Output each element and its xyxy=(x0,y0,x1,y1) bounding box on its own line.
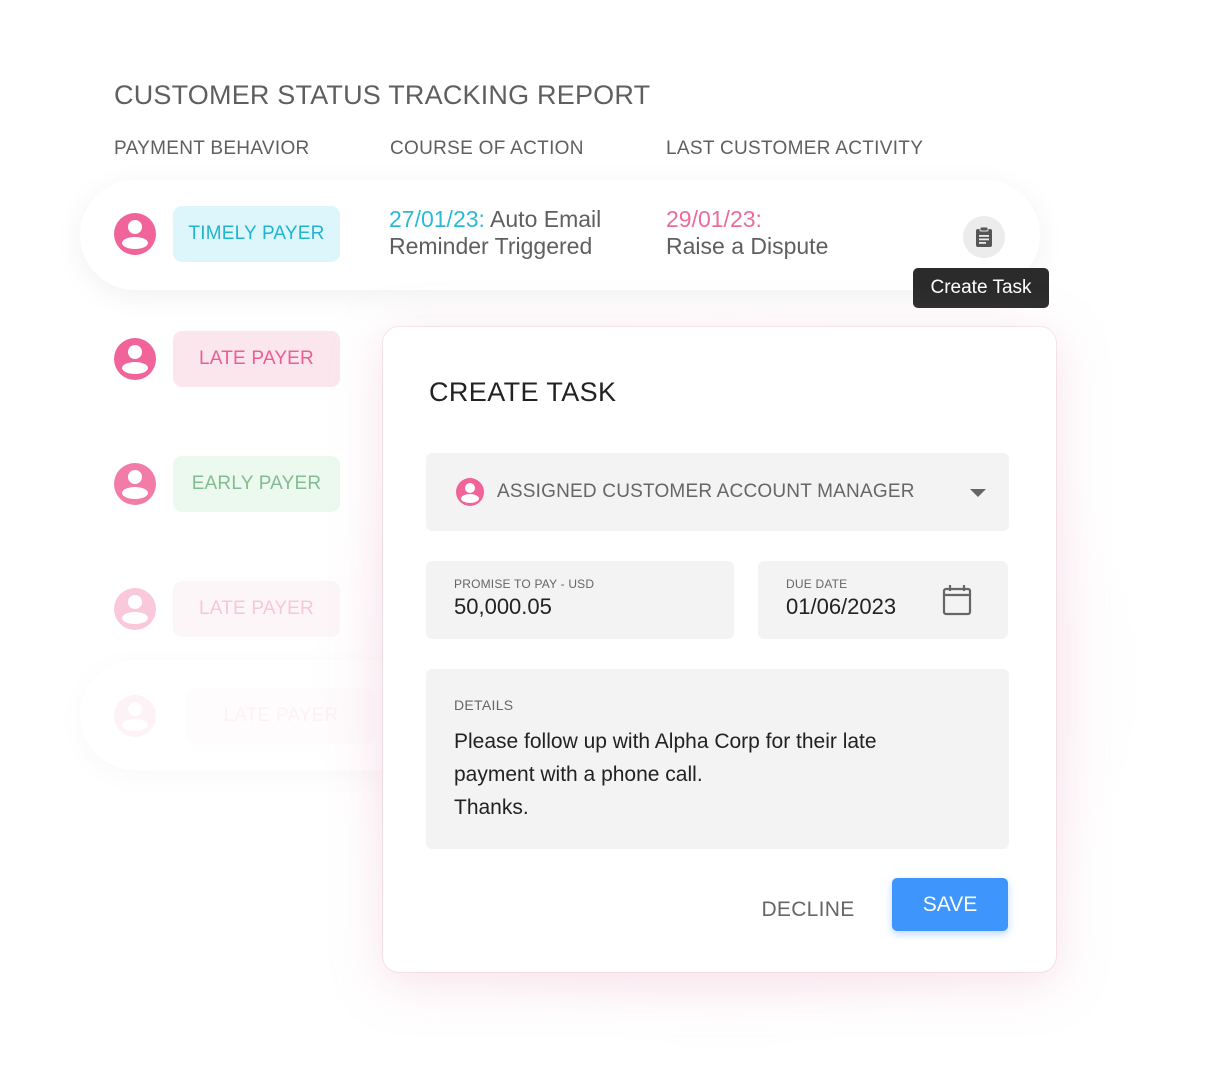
customer-avatar-icon xyxy=(114,463,156,505)
due-date-field[interactable]: DUE DATE xyxy=(758,561,1008,639)
column-header-payment-behavior: PAYMENT BEHAVIOR xyxy=(114,138,310,159)
action-date: 27/01/23: xyxy=(389,206,485,232)
create-task-modal: CREATE TASK ASSIGNED CUSTOMER ACCOUNT MA… xyxy=(383,327,1056,972)
details-label: DETAILS xyxy=(454,697,514,713)
user-avatar-icon xyxy=(456,478,484,506)
report-title: CUSTOMER STATUS TRACKING REPORT xyxy=(114,80,651,110)
table-row[interactable]: TIMELY PAYER xyxy=(114,206,340,262)
clipboard-icon xyxy=(976,226,992,247)
decline-button[interactable]: DECLINE xyxy=(743,890,873,930)
due-date-label: DUE DATE xyxy=(786,577,848,591)
last-customer-activity: 29/01/23: Raise a Dispute xyxy=(666,206,906,260)
calendar-icon[interactable] xyxy=(942,584,972,616)
status-badge: TIMELY PAYER xyxy=(173,206,340,262)
assignee-select[interactable]: ASSIGNED CUSTOMER ACCOUNT MANAGER xyxy=(426,453,1009,531)
customer-avatar-icon xyxy=(114,213,156,255)
assignee-select-value: ASSIGNED CUSTOMER ACCOUNT MANAGER xyxy=(497,481,915,502)
column-header-last-customer-activity: LAST CUSTOMER ACTIVITY xyxy=(666,138,924,159)
save-button[interactable]: SAVE xyxy=(892,878,1008,931)
promise-to-pay-input[interactable] xyxy=(454,594,654,620)
details-field[interactable]: DETAILS Please follow up with Alpha Corp… xyxy=(426,669,1009,849)
due-date-input[interactable] xyxy=(786,594,926,620)
promise-to-pay-label: PROMISE TO PAY - USD xyxy=(454,577,595,591)
activity-date: 29/01/23: xyxy=(666,206,762,232)
chevron-down-icon[interactable] xyxy=(970,489,986,497)
modal-title: CREATE TASK xyxy=(429,377,617,407)
customer-avatar-icon xyxy=(114,338,156,380)
promise-to-pay-field[interactable]: PROMISE TO PAY - USD xyxy=(426,561,734,639)
details-textarea[interactable]: Please follow up with Alpha Corp for the… xyxy=(454,725,984,824)
column-header-course-of-action: COURSE OF ACTION xyxy=(390,138,584,159)
course-of-action: 27/01/23: Auto Email Reminder Triggered xyxy=(389,206,649,260)
customer-avatar-icon xyxy=(114,588,156,630)
activity-text: Raise a Dispute xyxy=(666,233,829,259)
customer-avatar-icon xyxy=(114,695,156,737)
create-task-button[interactable] xyxy=(963,216,1005,258)
